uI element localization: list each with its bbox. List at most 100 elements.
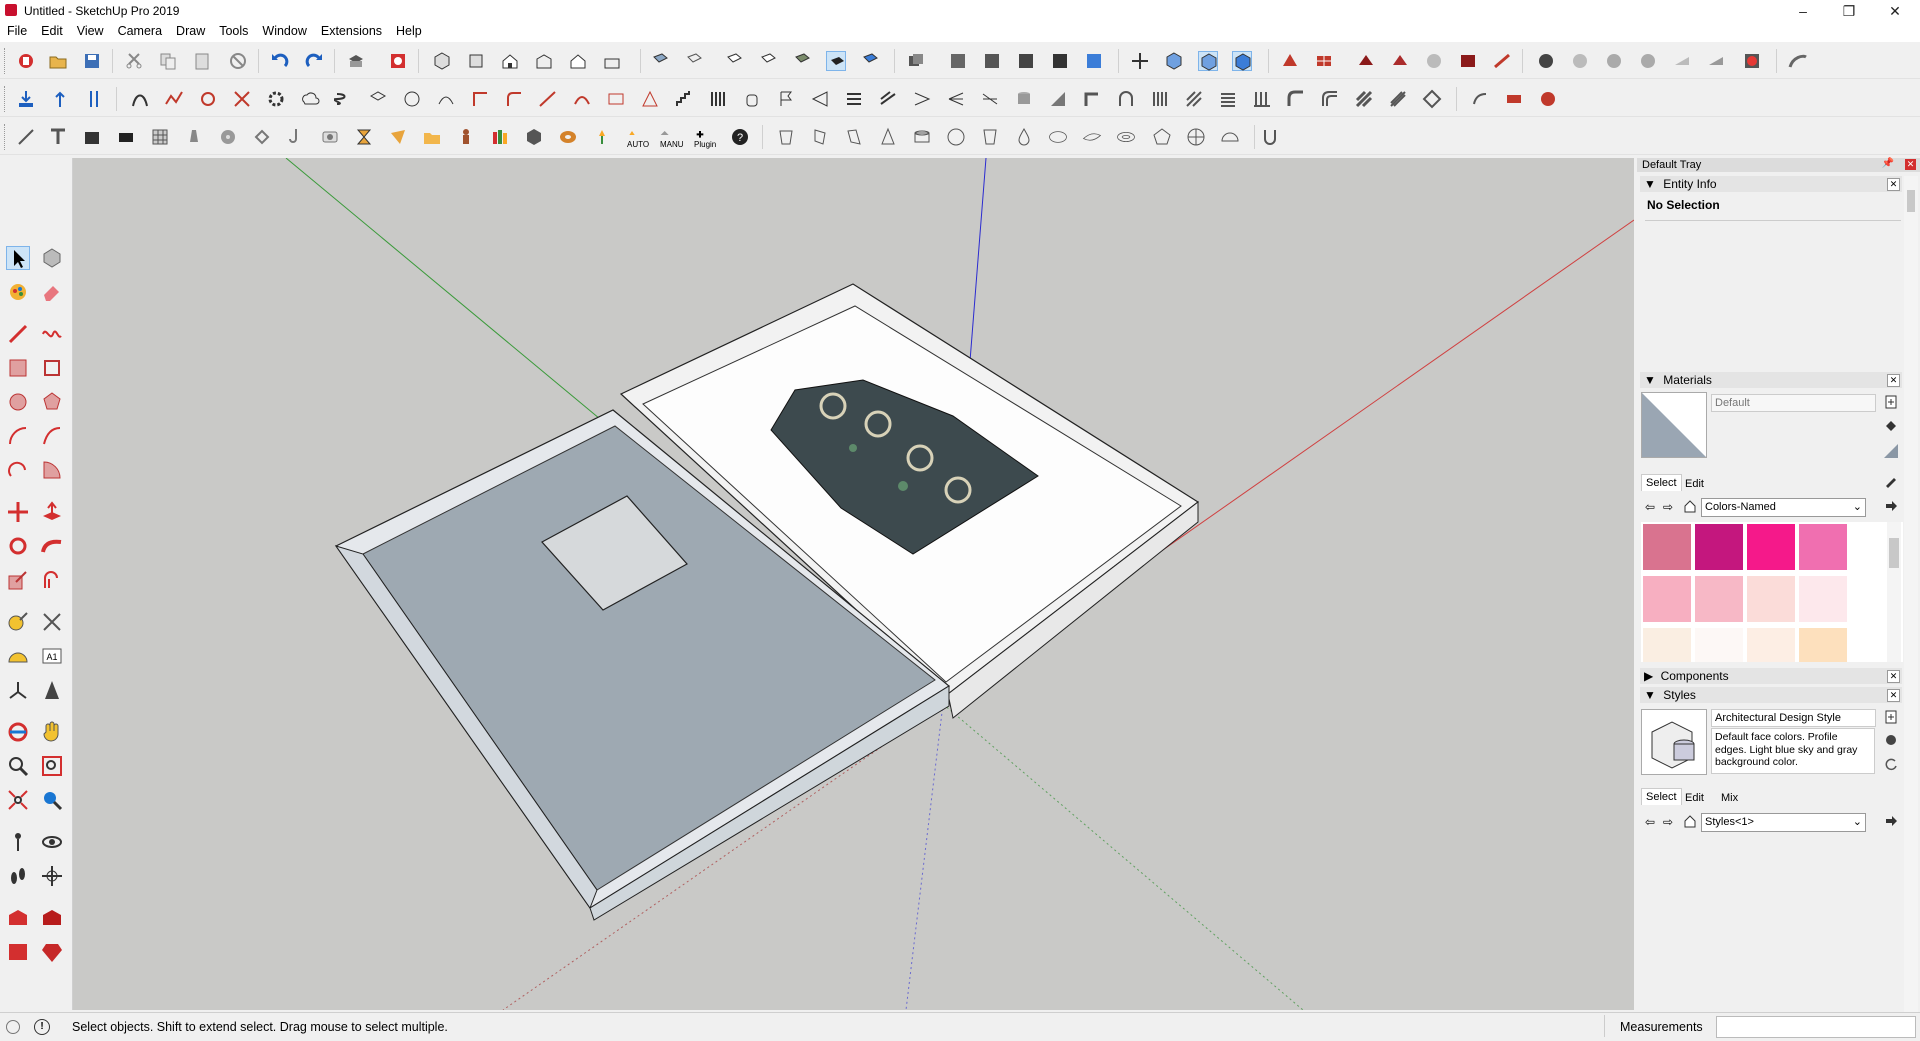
material-swatch[interactable] xyxy=(1643,628,1691,662)
clear-location-icon[interactable] xyxy=(1742,51,1762,71)
stack-icon[interactable] xyxy=(844,89,864,109)
scale-tool-icon[interactable] xyxy=(6,568,30,592)
corner-icon[interactable] xyxy=(470,89,490,109)
previous-view-icon[interactable] xyxy=(40,788,64,812)
component-icon[interactable] xyxy=(906,51,926,71)
menu-extensions[interactable]: Extensions xyxy=(314,22,389,40)
offset-curve-icon[interactable] xyxy=(572,89,592,109)
axes-tool-icon[interactable] xyxy=(6,678,30,702)
gear-icon[interactable] xyxy=(266,89,286,109)
add-location-icon[interactable] xyxy=(1706,51,1726,71)
text-tool-icon[interactable]: A1 xyxy=(40,644,64,668)
materials-header[interactable]: ▼ Materials ✕ xyxy=(1640,372,1902,388)
shape-circle-icon[interactable] xyxy=(946,127,966,147)
new-file-icon[interactable] xyxy=(16,51,36,71)
shape-ellipse-icon[interactable] xyxy=(1048,127,1074,147)
connect-lines-icon[interactable] xyxy=(980,89,1000,109)
trim-icon[interactable] xyxy=(232,89,252,109)
paste-icon[interactable] xyxy=(192,51,212,71)
two-point-perspective-icon[interactable] xyxy=(1232,51,1252,71)
u-shape-icon[interactable] xyxy=(1260,127,1280,147)
section-cut-icon[interactable] xyxy=(982,51,1002,71)
minimize-button[interactable]: – xyxy=(1780,0,1826,22)
camera-lens-icon[interactable] xyxy=(320,127,340,147)
three-point-arc-icon[interactable] xyxy=(6,458,30,482)
shape-drop-icon[interactable] xyxy=(1014,127,1034,147)
refresh-icon[interactable] xyxy=(1884,756,1898,772)
front-view-icon[interactable] xyxy=(500,51,520,71)
rotated-rectangle-icon[interactable] xyxy=(40,356,64,380)
paint-bucket-icon[interactable] xyxy=(6,280,30,304)
hourglass-icon[interactable] xyxy=(354,127,374,147)
material-swatch[interactable] xyxy=(1799,628,1847,662)
diagonal-stripes-icon[interactable] xyxy=(1354,89,1374,109)
help-icon[interactable]: ? xyxy=(730,127,750,147)
eraser-icon[interactable] xyxy=(40,280,64,304)
stairs-icon[interactable] xyxy=(674,89,694,109)
t-square-icon[interactable] xyxy=(48,127,68,147)
styles-select-tab[interactable]: Select xyxy=(1641,788,1682,805)
menu-help[interactable]: Help xyxy=(389,22,429,40)
material-swatch[interactable] xyxy=(1695,524,1743,570)
section-plane-icon[interactable] xyxy=(948,51,968,71)
extension-warehouse-icon[interactable] xyxy=(1638,51,1658,71)
hidden-line-style-icon[interactable] xyxy=(724,51,744,71)
tray-close-icon[interactable]: ✕ xyxy=(1905,159,1916,170)
cloud-icon[interactable] xyxy=(300,89,320,109)
two-point-arc-icon[interactable] xyxy=(40,424,64,448)
arch-icon[interactable] xyxy=(1116,89,1136,109)
zoom-window-icon[interactable] xyxy=(40,754,64,778)
measurements-input[interactable] xyxy=(1716,1016,1916,1038)
details-arrow-icon[interactable] xyxy=(1884,499,1898,513)
diamond-icon[interactable] xyxy=(1422,89,1442,109)
3d-text-icon[interactable] xyxy=(40,678,64,702)
parallel-projection-icon[interactable] xyxy=(1198,51,1218,71)
sweep-icon[interactable] xyxy=(436,89,456,109)
sandbox-from-contours-icon[interactable] xyxy=(1280,51,1300,71)
layout-send-icon[interactable] xyxy=(6,940,30,964)
hook-icon[interactable] xyxy=(286,127,306,147)
back-arrow-icon[interactable]: ⇦ xyxy=(1645,815,1657,829)
back-arrow-icon[interactable]: ⇦ xyxy=(1645,500,1657,514)
menu-tools[interactable]: Tools xyxy=(212,22,255,40)
styles-edit-tab[interactable]: Edit xyxy=(1681,790,1708,806)
wireframe-style-icon[interactable] xyxy=(684,51,704,71)
home-icon[interactable] xyxy=(1683,814,1697,828)
perspective-icon[interactable] xyxy=(1164,51,1184,71)
cut-icon[interactable] xyxy=(124,51,144,71)
grid-bars-icon[interactable] xyxy=(1150,89,1170,109)
styles-close-icon[interactable]: ✕ xyxy=(1887,689,1900,702)
styles-header[interactable]: ▼ Styles ✕ xyxy=(1640,687,1902,703)
material-swatch[interactable] xyxy=(1643,524,1691,570)
display-section-icon[interactable] xyxy=(1050,51,1070,71)
torch-icon[interactable] xyxy=(592,127,612,147)
wood-grain-icon[interactable] xyxy=(1388,89,1408,109)
menu-window[interactable]: Window xyxy=(255,22,313,40)
paper-plane-icon[interactable] xyxy=(388,127,408,147)
materials-select-tab[interactable]: Select xyxy=(1641,474,1682,491)
model-info-icon[interactable] xyxy=(388,51,408,71)
table-shape-icon[interactable] xyxy=(606,89,626,109)
shaded-style-icon[interactable] xyxy=(758,51,778,71)
circle-tool-icon[interactable] xyxy=(6,390,30,414)
extend-line-icon[interactable] xyxy=(538,89,558,109)
flip-edge-icon[interactable] xyxy=(1492,51,1512,71)
shape-slab-icon[interactable] xyxy=(844,127,864,147)
curve-arrow-icon[interactable] xyxy=(1470,89,1490,109)
drape-icon[interactable] xyxy=(1424,51,1444,71)
redo-icon[interactable] xyxy=(304,51,324,71)
toolbar-grip[interactable] xyxy=(4,48,8,74)
gem-icon[interactable] xyxy=(1538,89,1558,109)
restore-button[interactable]: ❐ xyxy=(1826,0,1872,22)
freehand-tool-icon[interactable] xyxy=(40,322,64,346)
truck-icon[interactable] xyxy=(1504,89,1524,109)
styles-mix-tab[interactable]: Mix xyxy=(1717,790,1742,806)
back-edges-icon[interactable] xyxy=(860,51,880,71)
style-name-field[interactable]: Architectural Design Style xyxy=(1711,709,1876,727)
align-up-icon[interactable] xyxy=(50,89,70,109)
copy-icon[interactable] xyxy=(158,51,178,71)
polyline-icon[interactable] xyxy=(164,89,184,109)
print-icon[interactable] xyxy=(346,51,366,71)
make-component-icon[interactable] xyxy=(40,246,64,270)
shaded-textures-icon[interactable] xyxy=(792,51,812,71)
